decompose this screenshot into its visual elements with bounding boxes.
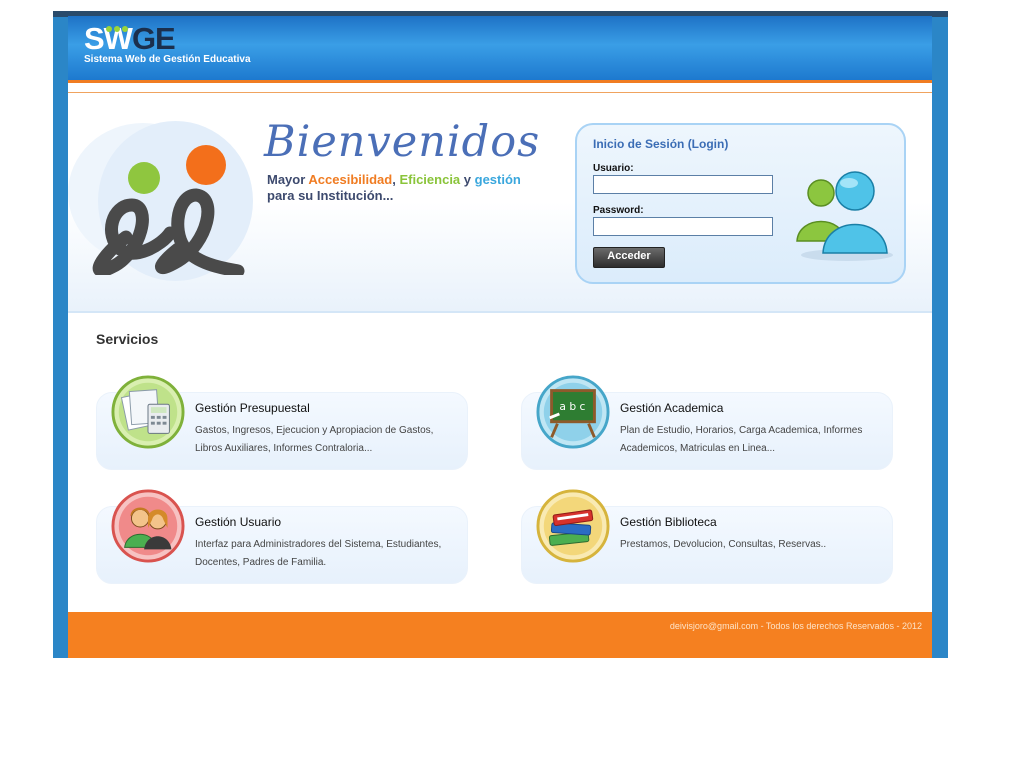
service-title[interactable]: Gestión Presupuestal — [195, 401, 310, 415]
username-label: Usuario: — [593, 163, 634, 174]
tagline-line2: para su Institución... — [267, 188, 394, 203]
hero-section: Bienvenidos Mayor Accesibilidad, Eficien… — [68, 93, 932, 313]
ee-logo-icon — [92, 145, 245, 275]
footer-copyright: deivisjoro@gmail.com - Todos los derecho… — [669, 621, 922, 631]
service-desc: Plan de Estudio, Horarios, Carga Academi… — [620, 425, 863, 454]
login-title: Inicio de Sesión (Login) — [593, 137, 729, 151]
svg-text:a b c: a b c — [559, 400, 585, 413]
welcome-heading: Bienvenidos — [264, 117, 541, 167]
login-users-icon — [796, 171, 893, 261]
logo-subtitle: Sistema Web de Gestión Educativa — [84, 54, 251, 65]
service-desc: Interfaz para Administradores del Sistem… — [195, 539, 442, 568]
header-banner: SWGE Sistema Web de Gestión Educativa — [68, 16, 932, 80]
books-icon[interactable] — [536, 489, 610, 563]
users-icon[interactable] — [111, 489, 185, 563]
tagline-prefix: Mayor — [267, 172, 309, 187]
logo-ge: GE — [131, 21, 176, 56]
logo-dots-icon — [106, 19, 130, 37]
login-panel: Inicio de Sesión (Login) Usuario: Passwo… — [575, 123, 906, 284]
calculator-icon[interactable] — [111, 375, 185, 449]
username-input[interactable] — [593, 175, 773, 194]
page-container: SWGE Sistema Web de Gestión Educativa Bi… — [68, 16, 932, 658]
swge-logo[interactable]: SWGE Sistema Web de Gestión Educativa — [84, 19, 251, 66]
services-heading: Servicios — [96, 331, 159, 347]
service-desc: Gastos, Ingresos, Ejecucion y Apropiacio… — [195, 425, 434, 454]
service-title[interactable]: Gestión Usuario — [195, 515, 281, 529]
tagline-accesibilidad: Accesibilidad — [308, 172, 393, 187]
header-strip — [68, 83, 932, 93]
password-input[interactable] — [593, 217, 773, 236]
chalkboard-icon[interactable]: a b c — [536, 375, 610, 449]
tagline-eficiencia: Eficiencia — [399, 172, 461, 187]
service-title[interactable]: Gestión Academica — [620, 401, 723, 415]
password-label: Password: — [593, 205, 644, 216]
acceder-button[interactable]: Acceder — [593, 247, 665, 268]
service-desc: Prestamos, Devolucion, Consultas, Reserv… — [620, 539, 827, 550]
hero-tagline: Mayor Accesibilidad, Eficiencia y gestió… — [267, 172, 521, 204]
service-title[interactable]: Gestión Biblioteca — [620, 515, 717, 529]
tagline-sep: y — [460, 172, 475, 187]
tagline-gestion: gestión — [474, 172, 521, 187]
footer: deivisjoro@gmail.com - Todos los derecho… — [68, 612, 932, 658]
